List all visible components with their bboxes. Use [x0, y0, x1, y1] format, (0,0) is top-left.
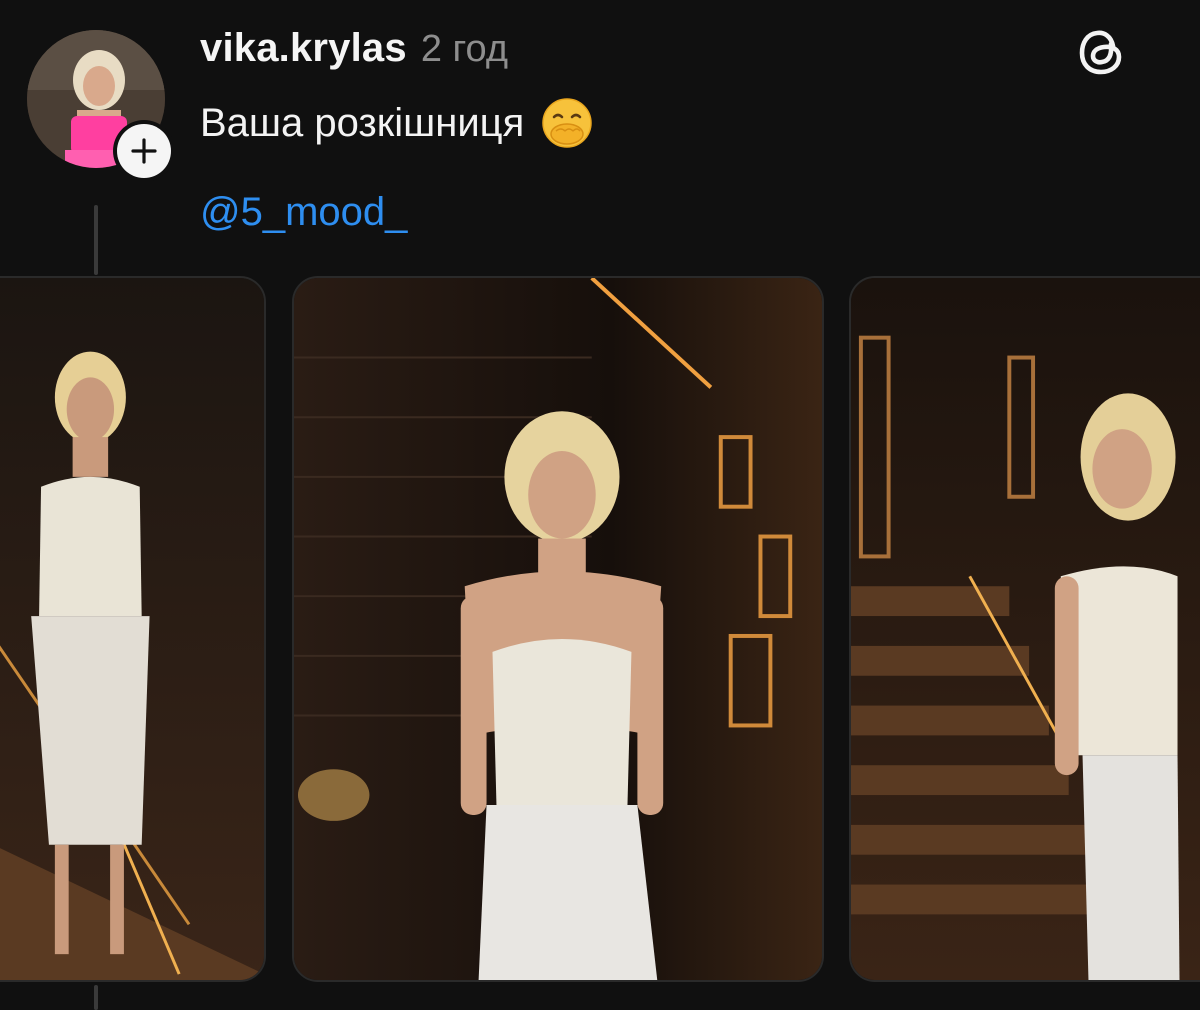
username[interactable]: vika.krylas: [200, 26, 407, 71]
timestamp: 2 год: [420, 28, 509, 70]
caption-row: Ваша розкішниця: [200, 96, 594, 150]
photo-1[interactable]: [0, 276, 266, 982]
plus-icon: [117, 124, 171, 178]
post-caption: Ваша розкішниця: [200, 100, 525, 145]
threads-post: vika.krylas 2 год Ваша розкішниця @5_moo…: [0, 0, 1200, 1010]
thread-line: [94, 205, 98, 275]
post-header: vika.krylas 2 год: [200, 26, 508, 71]
photo-carousel[interactable]: [0, 276, 1200, 982]
photo-3[interactable]: [849, 276, 1200, 982]
threads-logo-icon[interactable]: [1074, 24, 1130, 80]
thread-line: [94, 985, 98, 1010]
mention-link[interactable]: @5_mood_: [200, 190, 407, 235]
photo-2[interactable]: [292, 276, 824, 982]
hand-over-mouth-emoji: [540, 96, 594, 150]
follow-button[interactable]: [113, 120, 175, 182]
